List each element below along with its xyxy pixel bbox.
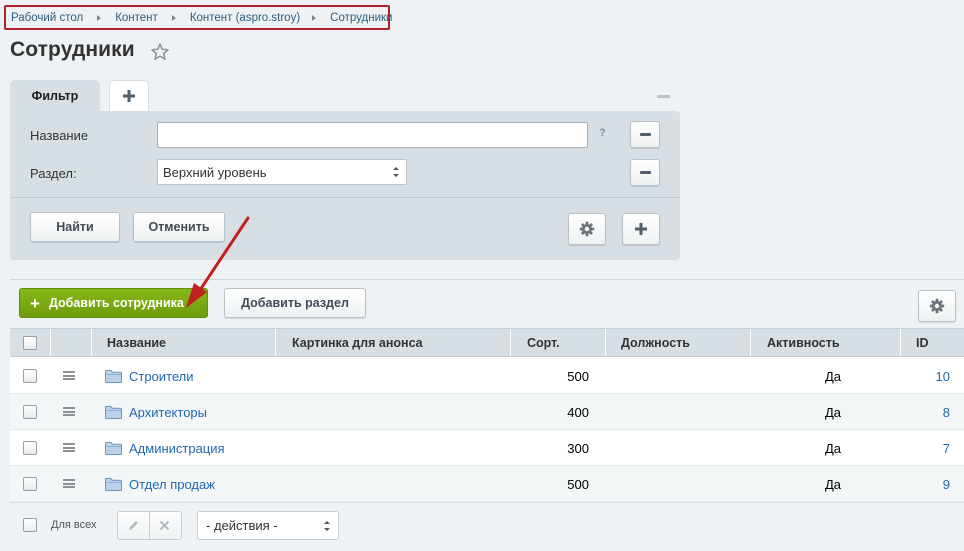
folder-icon [105,478,122,491]
table-header: Название Картинка для анонса Сорт. Должн… [10,328,964,357]
column-header-picture[interactable]: Картинка для анонса [292,329,423,356]
table-row[interactable]: Архитекторы 400 Да 8 [10,394,964,430]
star-icon[interactable] [150,42,170,62]
row-id-link[interactable]: 8 [910,394,950,430]
column-separator [510,329,511,356]
column-separator [50,329,51,356]
row-id-link[interactable]: 7 [910,430,950,466]
row-name-link[interactable]: Строители [129,358,194,394]
help-icon[interactable]: ? [599,127,606,139]
grid-settings-button[interactable] [918,290,956,322]
plus-icon [123,90,135,102]
plus-icon: + [30,293,40,313]
row-sort: 500 [567,368,589,384]
page-title: Сотрудники [10,38,135,61]
add-employee-button[interactable]: + Добавить сотрудника [19,288,208,318]
breadcrumb-item-content[interactable]: Контент [115,12,158,24]
breadcrumb-separator-icon [171,14,176,21]
row-active: Да [824,404,841,420]
column-separator [750,329,751,356]
drag-handle-icon[interactable] [63,443,75,452]
row-id-link[interactable]: 9 [910,466,950,502]
folder-icon [105,442,122,455]
actions-select[interactable]: - действия - [197,511,339,540]
column-header-name[interactable]: Название [107,329,166,356]
section-select[interactable]: Верхний уровень [157,159,407,185]
drag-handle-icon[interactable] [63,479,75,488]
breadcrumb-item-desktop[interactable]: Рабочий стол [11,12,83,24]
divider [149,512,150,539]
row-sort: 300 [567,440,589,456]
gear-icon [579,221,595,237]
column-separator [91,329,92,356]
column-separator [605,329,606,356]
drag-handle-icon[interactable] [63,371,75,380]
remove-name-field-button[interactable] [630,121,660,148]
breadcrumb-item-content-aspro[interactable]: Контент (aspro.stroy) [190,12,300,24]
column-separator [275,329,276,356]
row-sort: 400 [567,404,589,420]
select-arrows-icon [324,521,330,531]
filter-divider [10,197,680,198]
minus-icon [639,171,651,174]
name-input[interactable] [157,122,588,148]
gear-icon [929,298,945,314]
row-active: Да [824,476,841,492]
row-checkbox[interactable] [23,369,37,383]
section-select-value: Верхний уровень [163,165,267,180]
add-employee-label: Добавить сотрудника [48,296,184,310]
row-action-buttons [117,511,182,540]
row-name-link[interactable]: Администрация [129,430,225,466]
row-id-link[interactable]: 10 [910,358,950,394]
column-header-position[interactable]: Должность [621,329,690,356]
breadcrumb-separator-icon [312,14,317,21]
for-all-label: Для всех [51,519,97,531]
breadcrumb-separator-icon [97,14,102,21]
row-active: Да [824,440,841,456]
cancel-button[interactable]: Отменить [133,212,225,242]
add-section-button[interactable]: Добавить раздел [224,288,366,318]
table-row[interactable]: Строители 500 Да 10 [10,358,964,394]
row-name-link[interactable]: Отдел продаж [129,466,215,502]
for-all-checkbox[interactable] [23,518,37,532]
column-header-id[interactable]: ID [916,329,929,356]
drag-handle-icon[interactable] [63,407,75,416]
plus-icon [635,223,647,235]
row-checkbox[interactable] [23,441,37,455]
column-header-active[interactable]: Активность [767,329,840,356]
minus-icon [639,133,651,136]
section-label: Раздел: [30,166,77,181]
pencil-icon[interactable] [127,519,140,532]
row-checkbox[interactable] [23,405,37,419]
select-arrows-icon [393,167,399,177]
column-header-sort[interactable]: Сорт. [527,329,560,356]
folder-icon [105,370,122,383]
breadcrumb-item-employees[interactable]: Сотрудники [330,12,392,24]
select-all-checkbox[interactable] [23,336,37,350]
table-row[interactable]: Отдел продаж 500 Да 9 [10,466,964,502]
table-row[interactable]: Администрация 300 Да 7 [10,430,964,466]
remove-section-field-button[interactable] [630,159,660,186]
row-checkbox[interactable] [23,477,37,491]
breadcrumb: Рабочий стол Контент Контент (aspro.stro… [4,5,392,30]
close-icon[interactable] [159,520,170,531]
find-button[interactable]: Найти [30,212,120,242]
filter-settings-button[interactable] [568,213,606,245]
add-filter-tab-button[interactable] [109,80,149,111]
tab-filter[interactable]: Фильтр [10,80,100,112]
folder-icon [105,406,122,419]
actions-select-value: - действия - [206,518,278,533]
row-active: Да [824,368,841,384]
row-name-link[interactable]: Архитекторы [129,394,207,430]
column-separator [900,329,901,356]
add-filter-field-button[interactable] [622,213,660,245]
filter-collapse-button[interactable] [657,95,670,98]
name-label: Название [30,128,89,143]
row-sort: 500 [567,476,589,492]
